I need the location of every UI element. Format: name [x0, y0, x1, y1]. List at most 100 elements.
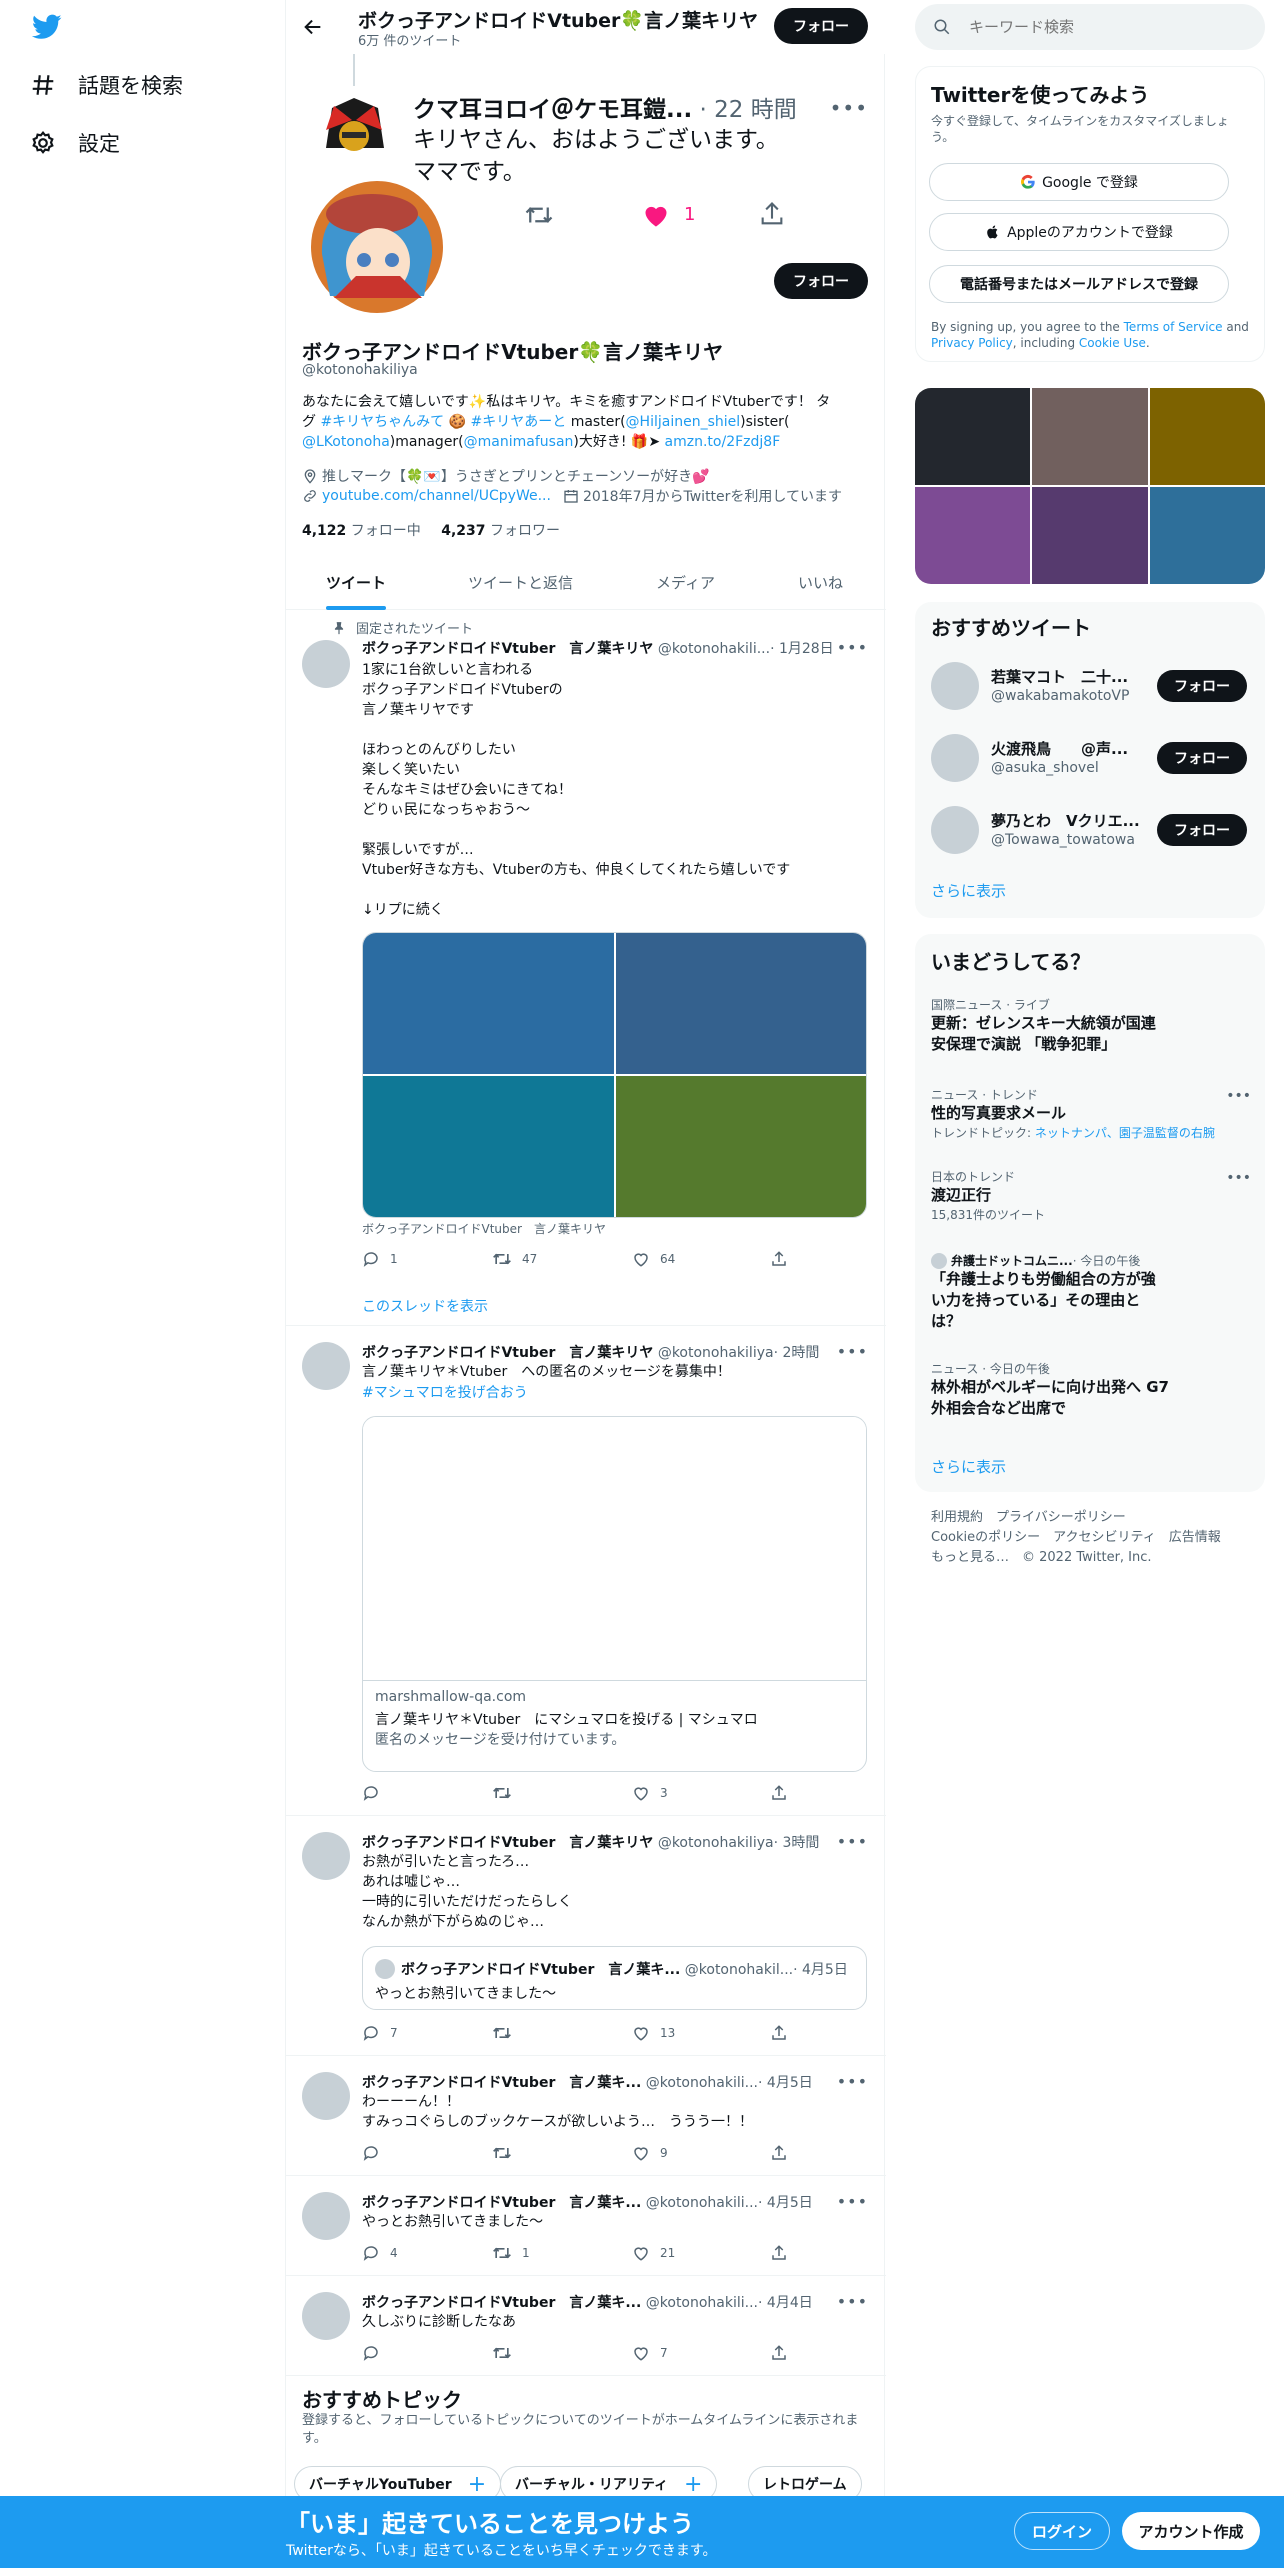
tweet-more-icon[interactable]: ••• — [837, 1342, 868, 1361]
nav-explore[interactable]: 話題を検索 — [30, 70, 183, 100]
apple-signup-button[interactable]: Appleのアカウントで登録 — [929, 213, 1229, 251]
tweet-author[interactable]: ボクっ子アンドロイドVtuber 言ノ葉キリヤ — [362, 1345, 653, 1361]
avatar[interactable] — [931, 734, 979, 782]
media-thumbnail[interactable] — [915, 487, 1031, 584]
trends-more-link[interactable]: さらに表示 — [931, 1456, 1006, 1477]
reply-button[interactable]: 7 — [362, 2024, 398, 2042]
media-thumbnail[interactable] — [1149, 487, 1265, 584]
tweet-time[interactable]: · 4月5日 — [758, 2195, 813, 2211]
back-arrow-icon[interactable] — [302, 16, 324, 38]
tweet-more-icon[interactable]: ••• — [837, 2192, 868, 2211]
media-image[interactable] — [363, 1076, 614, 1217]
tweet-diagnosis[interactable]: ボクっ子アンドロイドVtuber 言ノ葉キ... @kotonohakili..… — [286, 2276, 886, 2376]
tweet-author[interactable]: ボクっ子アンドロイドVtuber 言ノ葉キリヤ — [362, 1835, 653, 1851]
bio-link-amazon[interactable]: amzn.to/2Fzdj8F — [665, 434, 781, 450]
header-follow-button[interactable]: フォロー — [774, 8, 868, 44]
tweet-author[interactable]: ボクっ子アンドロイドVtuber 言ノ葉キ... — [362, 2295, 641, 2311]
suggestion-follow-button[interactable]: フォロー — [1157, 742, 1247, 774]
tweet-time[interactable]: · 1月28日 — [770, 641, 834, 657]
tab-likes[interactable]: いいね — [798, 572, 843, 593]
like-button[interactable]: 13 — [632, 2024, 675, 2042]
retweet-icon[interactable] — [524, 202, 554, 228]
tweet-handle[interactable]: @kotonohakili... — [646, 2195, 758, 2211]
media-thumbnail[interactable] — [1032, 487, 1148, 584]
reply-button[interactable] — [362, 2344, 390, 2362]
who-to-follow-more-link[interactable]: さらに表示 — [931, 880, 1006, 901]
share-icon[interactable] — [758, 200, 786, 228]
suggestion-follow-button[interactable]: フォロー — [1157, 670, 1247, 702]
reply-button[interactable] — [362, 1784, 390, 1802]
tweet-more-icon[interactable]: ••• — [837, 2072, 868, 2091]
bio-hashtag-1[interactable]: #キリヤちゃんみて — [320, 414, 444, 430]
retweet-button[interactable] — [492, 1784, 522, 1802]
footer-line[interactable]: もっと見る… © 2022 Twitter, Inc. — [931, 1548, 1221, 1568]
profile-follow-button[interactable]: フォロー — [774, 263, 868, 299]
quote-tweet[interactable]: ボクっ子アンドロイドVtuber 言ノ葉キ... @kotonohakil...… — [362, 1946, 867, 2010]
cookie-link[interactable]: Cookie Use — [1079, 336, 1146, 350]
share-button[interactable] — [770, 2024, 798, 2042]
overlay-time[interactable]: · 22 時間 — [700, 97, 797, 123]
tab-tweets[interactable]: ツイート — [326, 572, 386, 593]
signup-button[interactable]: アカウント作成 — [1122, 2512, 1260, 2550]
like-button[interactable]: 64 — [632, 1250, 675, 1268]
tweet-hashtag[interactable]: #マシュマロを投げ合おう — [362, 1382, 528, 1402]
trend-more-icon[interactable]: ••• — [1226, 1088, 1251, 1104]
like-button[interactable]: 21 — [632, 2244, 675, 2262]
retweet-button[interactable] — [492, 2024, 522, 2042]
tab-media[interactable]: メディア — [656, 572, 715, 593]
show-thread-link[interactable]: このスレッドを表示 — [362, 1296, 488, 1316]
phone-email-signup-button[interactable]: 電話番号またはメールアドレスで登録 — [929, 265, 1229, 303]
tweet-author[interactable]: ボクっ子アンドロイドVtuber 言ノ葉キ... — [362, 2075, 641, 2091]
tweet-pinned[interactable]: 固定されたツイート ボクっ子アンドロイドVtuber 言ノ葉キリヤ @koton… — [286, 610, 886, 1326]
avatar[interactable] — [302, 2192, 350, 2240]
retweet-button[interactable] — [492, 2344, 522, 2362]
tweet-author[interactable]: ボクっ子アンドロイドVtuber 言ノ葉キリヤ — [362, 641, 653, 657]
bio-mention-master[interactable]: @Hiljainen_shiel — [626, 414, 741, 430]
avatar[interactable] — [302, 640, 350, 688]
media-thumbnail[interactable] — [915, 388, 1031, 485]
profile-url-link[interactable]: youtube.com/channel/UCpyWe... — [322, 488, 551, 504]
trend-item[interactable]: ニュース · 今日の午後 林外相がベルギーに向け出発へ G7 外相会合など出席で — [931, 1360, 1251, 1419]
tweet-handle[interactable]: @kotonohakili... — [658, 641, 770, 657]
followers-link[interactable]: 4,237 フォロワー — [441, 523, 560, 539]
tweet-fever[interactable]: ボクっ子アンドロイドVtuber 言ノ葉キリヤ @kotonohakiliya·… — [286, 1816, 886, 2056]
media-thumbnail[interactable] — [1032, 388, 1148, 485]
avatar[interactable] — [302, 1832, 350, 1880]
like-button[interactable]: 9 — [632, 2144, 668, 2162]
trend-item[interactable]: ニュース · トレンド 性的写真要求メール トレンドトピック: ネットナンパ、園… — [931, 1086, 1251, 1141]
trend-item[interactable]: 弁護士ドットコムニ... · 今日の午後 「弁護士よりも労働組合の方が強 い力を… — [931, 1252, 1251, 1332]
like-button[interactable]: 7 — [632, 2344, 668, 2362]
tweet-more-icon[interactable]: ••• — [837, 2292, 868, 2311]
overlay-more-icon[interactable]: ••• — [830, 96, 868, 120]
avatar[interactable] — [931, 662, 979, 710]
share-button[interactable] — [770, 1784, 798, 1802]
tab-tweets-replies[interactable]: ツイートと返信 — [468, 572, 573, 593]
share-button[interactable] — [770, 2144, 798, 2162]
avatar[interactable] — [302, 2072, 350, 2120]
overlay-avatar[interactable] — [312, 90, 396, 174]
login-button[interactable]: ログイン — [1014, 2512, 1110, 2550]
tweet-time[interactable]: · 2時間 — [774, 1345, 820, 1361]
tweet-time[interactable]: · 4月4日 — [758, 2295, 813, 2311]
google-signup-button[interactable]: Google で登録 — [929, 163, 1229, 201]
link-card[interactable]: marshmallow-qa.com 言ノ葉キリヤ＊Vtuber にマシュマロを… — [362, 1416, 867, 1772]
search-input[interactable] — [969, 18, 1249, 36]
tweet-time[interactable]: · 3時間 — [774, 1835, 820, 1851]
overlay-name[interactable]: クマ耳ヨロイ＠ケモ耳鎧... — [413, 97, 692, 123]
media-thumbnail[interactable] — [1149, 388, 1265, 485]
media-image[interactable] — [363, 933, 614, 1074]
avatar[interactable] — [931, 806, 979, 854]
footer-line[interactable]: 利用規約 プライバシーポリシー — [931, 1508, 1221, 1528]
following-link[interactable]: 4,122 フォロー中 — [302, 523, 421, 539]
avatar[interactable] — [302, 1342, 350, 1390]
trend-more-icon[interactable]: ••• — [1226, 1170, 1251, 1186]
trend-item[interactable]: 国際ニュース · ライブ 更新：ゼレンスキー大統領が国連 安保理で演説 「戦争犯… — [931, 996, 1251, 1055]
share-button[interactable] — [770, 2244, 798, 2262]
reply-button[interactable] — [362, 2144, 390, 2162]
footer-line[interactable]: Cookieのポリシー アクセシビリティ 広告情報 — [931, 1528, 1221, 1548]
retweet-button[interactable]: 1 — [492, 2244, 530, 2262]
like-button[interactable]: 3 — [632, 1784, 668, 1802]
avatar[interactable] — [302, 2292, 350, 2340]
trend-item[interactable]: 日本のトレンド 渡辺正行 15,831件のツイート ••• — [931, 1168, 1251, 1223]
follow-suggestion[interactable]: 若葉マコト 二十... @wakabamakotoVP フォロー — [931, 662, 1251, 712]
